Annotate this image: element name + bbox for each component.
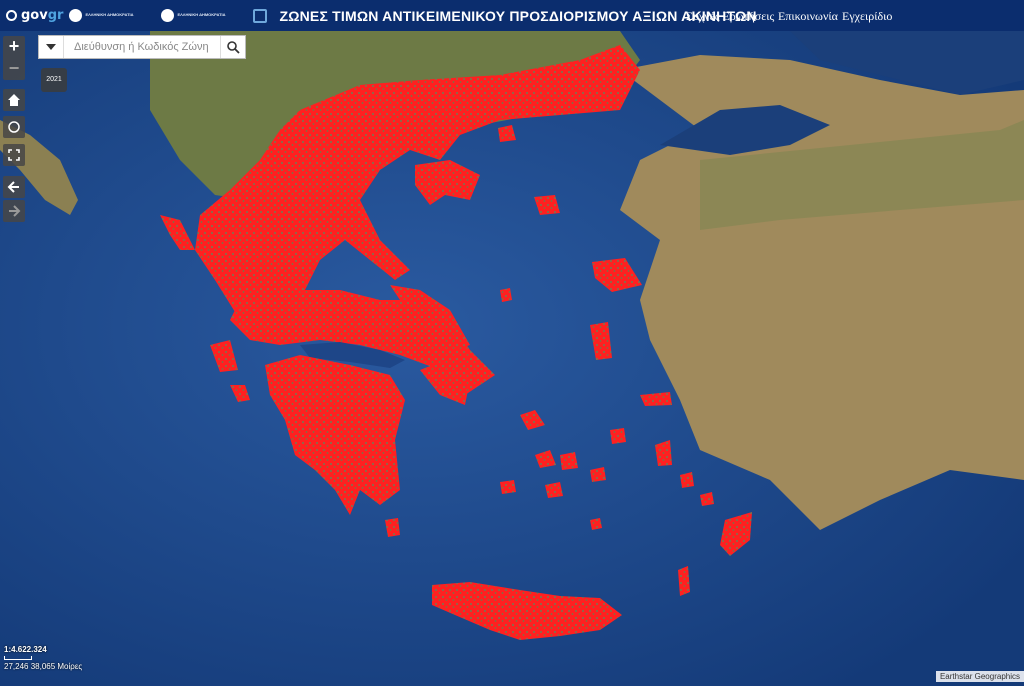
zones-karpathos bbox=[678, 566, 690, 596]
map-attribution: Earthstar Geographics bbox=[935, 671, 1024, 682]
search-source-dropdown[interactable] bbox=[39, 36, 64, 58]
scale-bar bbox=[4, 656, 32, 660]
nav-manual[interactable]: Εγχειρίδιο bbox=[842, 9, 892, 24]
govgr-circle-icon bbox=[6, 10, 17, 21]
zoom-in-button[interactable]: + bbox=[3, 36, 25, 58]
search-widget bbox=[38, 35, 246, 59]
coordinates-readout: 27,246 38,065 Μοίρες bbox=[4, 662, 83, 671]
zones-cyclades-5 bbox=[610, 428, 626, 444]
home-button[interactable] bbox=[3, 89, 25, 111]
nav-contact[interactable]: Επικοινωνία bbox=[778, 9, 838, 24]
cadastre-logo-icon bbox=[253, 8, 268, 23]
zoom-control: + − bbox=[3, 36, 25, 80]
year-selector[interactable]: 2021 bbox=[41, 68, 67, 92]
govgr-logo-suffix: gr bbox=[47, 8, 64, 23]
back-arrow-icon bbox=[7, 181, 19, 193]
ministry-2-name: ΕΛΛΗΝΙΚΗ ΔΗΜΟΚΡΑΤΙΑ bbox=[177, 12, 226, 18]
locate-button[interactable] bbox=[3, 116, 25, 138]
ministry-1-name: ΕΛΛΗΝΙΚΗ ΔΗΜΟΚΡΑΤΙΑ bbox=[85, 12, 134, 18]
search-button[interactable] bbox=[220, 36, 245, 58]
dropdown-icon bbox=[46, 44, 56, 50]
ministry-logo-1: ΕΛΛΗΝΙΚΗ ΔΗΜΟΚΡΑΤΙΑ bbox=[69, 9, 155, 22]
fullscreen-icon bbox=[8, 149, 20, 161]
scale-text: 1:4.622.324 bbox=[4, 645, 47, 654]
forward-arrow-icon bbox=[9, 205, 21, 217]
search-input[interactable] bbox=[64, 36, 226, 58]
back-button[interactable] bbox=[3, 176, 25, 198]
ministry-logo-2: ΕΛΛΗΝΙΚΗ ΔΗΜΟΚΡΑΤΙΑ bbox=[161, 9, 247, 22]
forward-button[interactable] bbox=[3, 200, 25, 222]
map-view[interactable] bbox=[0, 31, 1024, 686]
govgr-logo-text: gov bbox=[21, 8, 48, 23]
govgr-logo[interactable]: gov gr bbox=[6, 8, 63, 23]
locate-icon bbox=[8, 121, 20, 133]
greek-emblem-icon-2 bbox=[161, 9, 175, 22]
nav-faq[interactable]: Συχνές Ερωτήσεις bbox=[686, 9, 774, 24]
app-header: gov gr ΕΛΛΗΝΙΚΗ ΔΗΜΟΚΡΑΤΙΑ ΕΛΛΗΝΙΚΗ ΔΗΜΟΚ… bbox=[0, 0, 1024, 31]
greek-emblem-icon bbox=[69, 9, 83, 22]
zones-milos bbox=[500, 480, 516, 494]
zones-santorini bbox=[590, 518, 602, 530]
zones-cyclades-3 bbox=[560, 452, 578, 470]
zoom-out-button[interactable]: − bbox=[3, 58, 25, 80]
zones-skiathos bbox=[500, 288, 512, 302]
search-icon bbox=[227, 41, 240, 54]
fullscreen-button[interactable] bbox=[3, 144, 25, 166]
home-icon bbox=[8, 94, 20, 106]
